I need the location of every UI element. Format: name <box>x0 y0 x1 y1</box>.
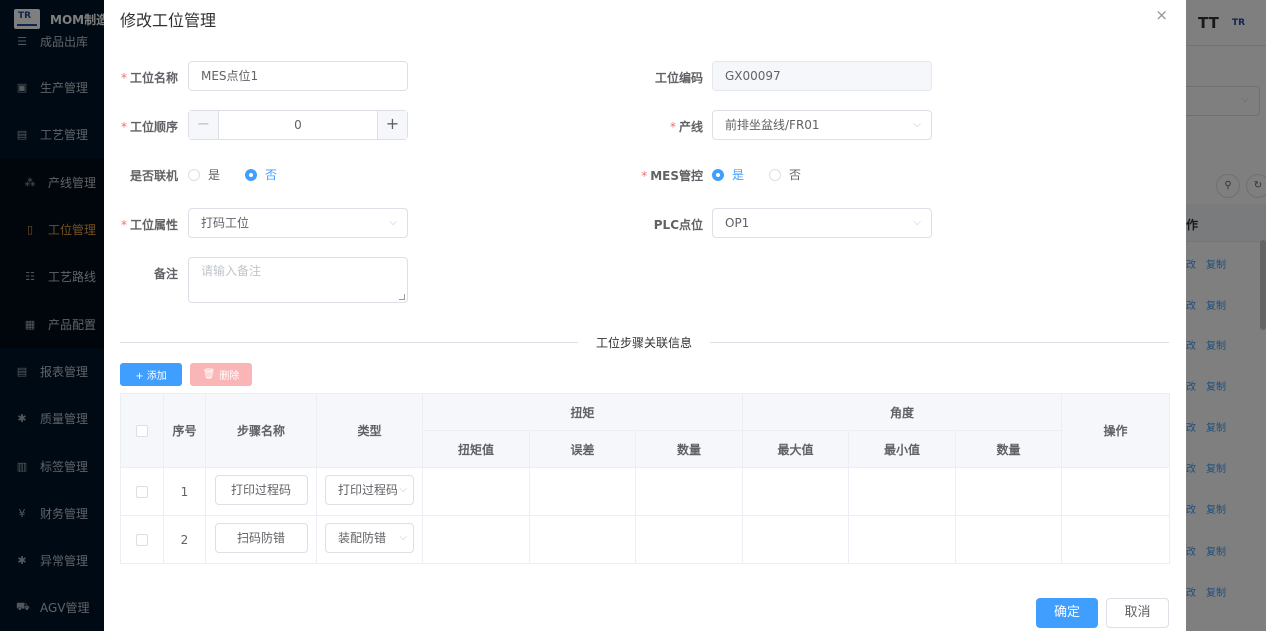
remark-textarea[interactable]: 请输入备注 <box>188 257 408 303</box>
minus-icon[interactable]: − <box>189 111 219 139</box>
section-title: 工位步骤关联信息 <box>578 334 711 351</box>
chevron-down-icon: ⌵ <box>389 217 397 228</box>
add-step-button[interactable]: + 添加 <box>120 363 182 386</box>
confirm-button[interactable]: 确定 <box>1036 598 1098 628</box>
select-all-checkbox[interactable] <box>136 425 148 437</box>
row-checkbox[interactable] <box>136 534 148 546</box>
chevron-down-icon: ⌵ <box>397 524 407 552</box>
table-row: 1 打印过程码 打印过程码 ⌵ <box>120 467 1171 516</box>
radio-icon <box>769 168 781 181</box>
resize-handle[interactable] <box>399 294 405 300</box>
station-attr-select[interactable]: 打码工位 ⌵ <box>188 208 408 238</box>
col-torque-count: 数量 <box>634 430 744 468</box>
step-table: 序号 步骤名称 类型 扭矩 角度 操作 扭矩值 误差 数量 最大值 最小值 数量… <box>120 393 1171 564</box>
edit-station-dialog: 修改工位管理 × * 工位名称 MES点位1 工位编码 GX00097 * 工位顺序… <box>104 0 1186 631</box>
mes-radio-no[interactable]: 否 <box>769 166 801 183</box>
chevron-down-icon: ⌵ <box>913 217 921 228</box>
station-order-label: * 工位顺序 <box>120 120 178 134</box>
line-select[interactable]: 前排坐盆线/FR01 ⌵ <box>712 110 932 140</box>
station-order-stepper: − 0 + <box>188 110 408 140</box>
station-code-label: 工位编码 <box>654 71 703 85</box>
step-name-input[interactable]: 扫码防错 <box>214 523 308 553</box>
col-group-torque: 扭矩 <box>421 393 744 431</box>
col-angle-count: 数量 <box>955 430 1063 468</box>
plc-label: PLC点位 <box>653 218 703 232</box>
online-radio-yes[interactable]: 是 <box>188 166 220 183</box>
station-order-input[interactable]: 0 <box>219 111 377 139</box>
row-index: 1 <box>163 467 206 516</box>
col-index: 序号 <box>163 393 206 468</box>
plus-icon[interactable]: + <box>377 111 407 139</box>
cancel-button[interactable]: 取消 <box>1106 598 1169 628</box>
col-angle-max: 最大值 <box>742 430 850 468</box>
row-checkbox[interactable] <box>136 486 148 498</box>
col-step-name: 步骤名称 <box>205 393 317 468</box>
dialog-title: 修改工位管理 <box>120 11 217 30</box>
online-radio-no[interactable]: 否 <box>245 166 277 183</box>
station-attr-label: * 工位属性 <box>120 218 178 232</box>
col-angle-min: 最小值 <box>848 430 957 468</box>
col-torque-tolerance: 误差 <box>529 430 636 468</box>
remark-label: 备注 <box>153 267 178 281</box>
trash-icon: 🗑 <box>202 369 216 380</box>
plc-select[interactable]: OP1 ⌵ <box>712 208 932 238</box>
col-group-angle: 角度 <box>742 393 1063 431</box>
online-label: 是否联机 <box>129 169 178 183</box>
step-name-input[interactable]: 打印过程码 <box>214 475 308 505</box>
station-name-input[interactable]: MES点位1 <box>188 61 408 91</box>
mes-radio-yes[interactable]: 是 <box>712 166 744 183</box>
chevron-down-icon: ⌵ <box>397 476 407 504</box>
col-type: 类型 <box>316 393 423 468</box>
radio-icon <box>188 168 200 181</box>
chevron-down-icon: ⌵ <box>913 119 921 130</box>
radio-checked-icon <box>245 168 257 181</box>
col-action: 操作 <box>1061 393 1171 468</box>
step-type-select[interactable]: 打印过程码 ⌵ <box>325 475 414 505</box>
row-index: 2 <box>163 515 206 564</box>
delete-step-button[interactable]: 🗑 删除 <box>190 363 252 386</box>
step-type-select[interactable]: 装配防错 ⌵ <box>325 523 414 553</box>
station-name-label: * 工位名称 <box>120 71 178 85</box>
table-row: 2 扫码防错 装配防错 ⌵ <box>120 515 1171 564</box>
select-all-cell <box>120 393 164 468</box>
col-torque-value: 扭矩值 <box>422 430 530 468</box>
close-icon[interactable]: × <box>1155 6 1168 24</box>
station-code-input: GX00097 <box>712 61 932 91</box>
radio-checked-icon <box>712 168 724 181</box>
mes-control-label: * MES管控 <box>641 169 703 183</box>
line-label: * 产线 <box>669 120 703 134</box>
